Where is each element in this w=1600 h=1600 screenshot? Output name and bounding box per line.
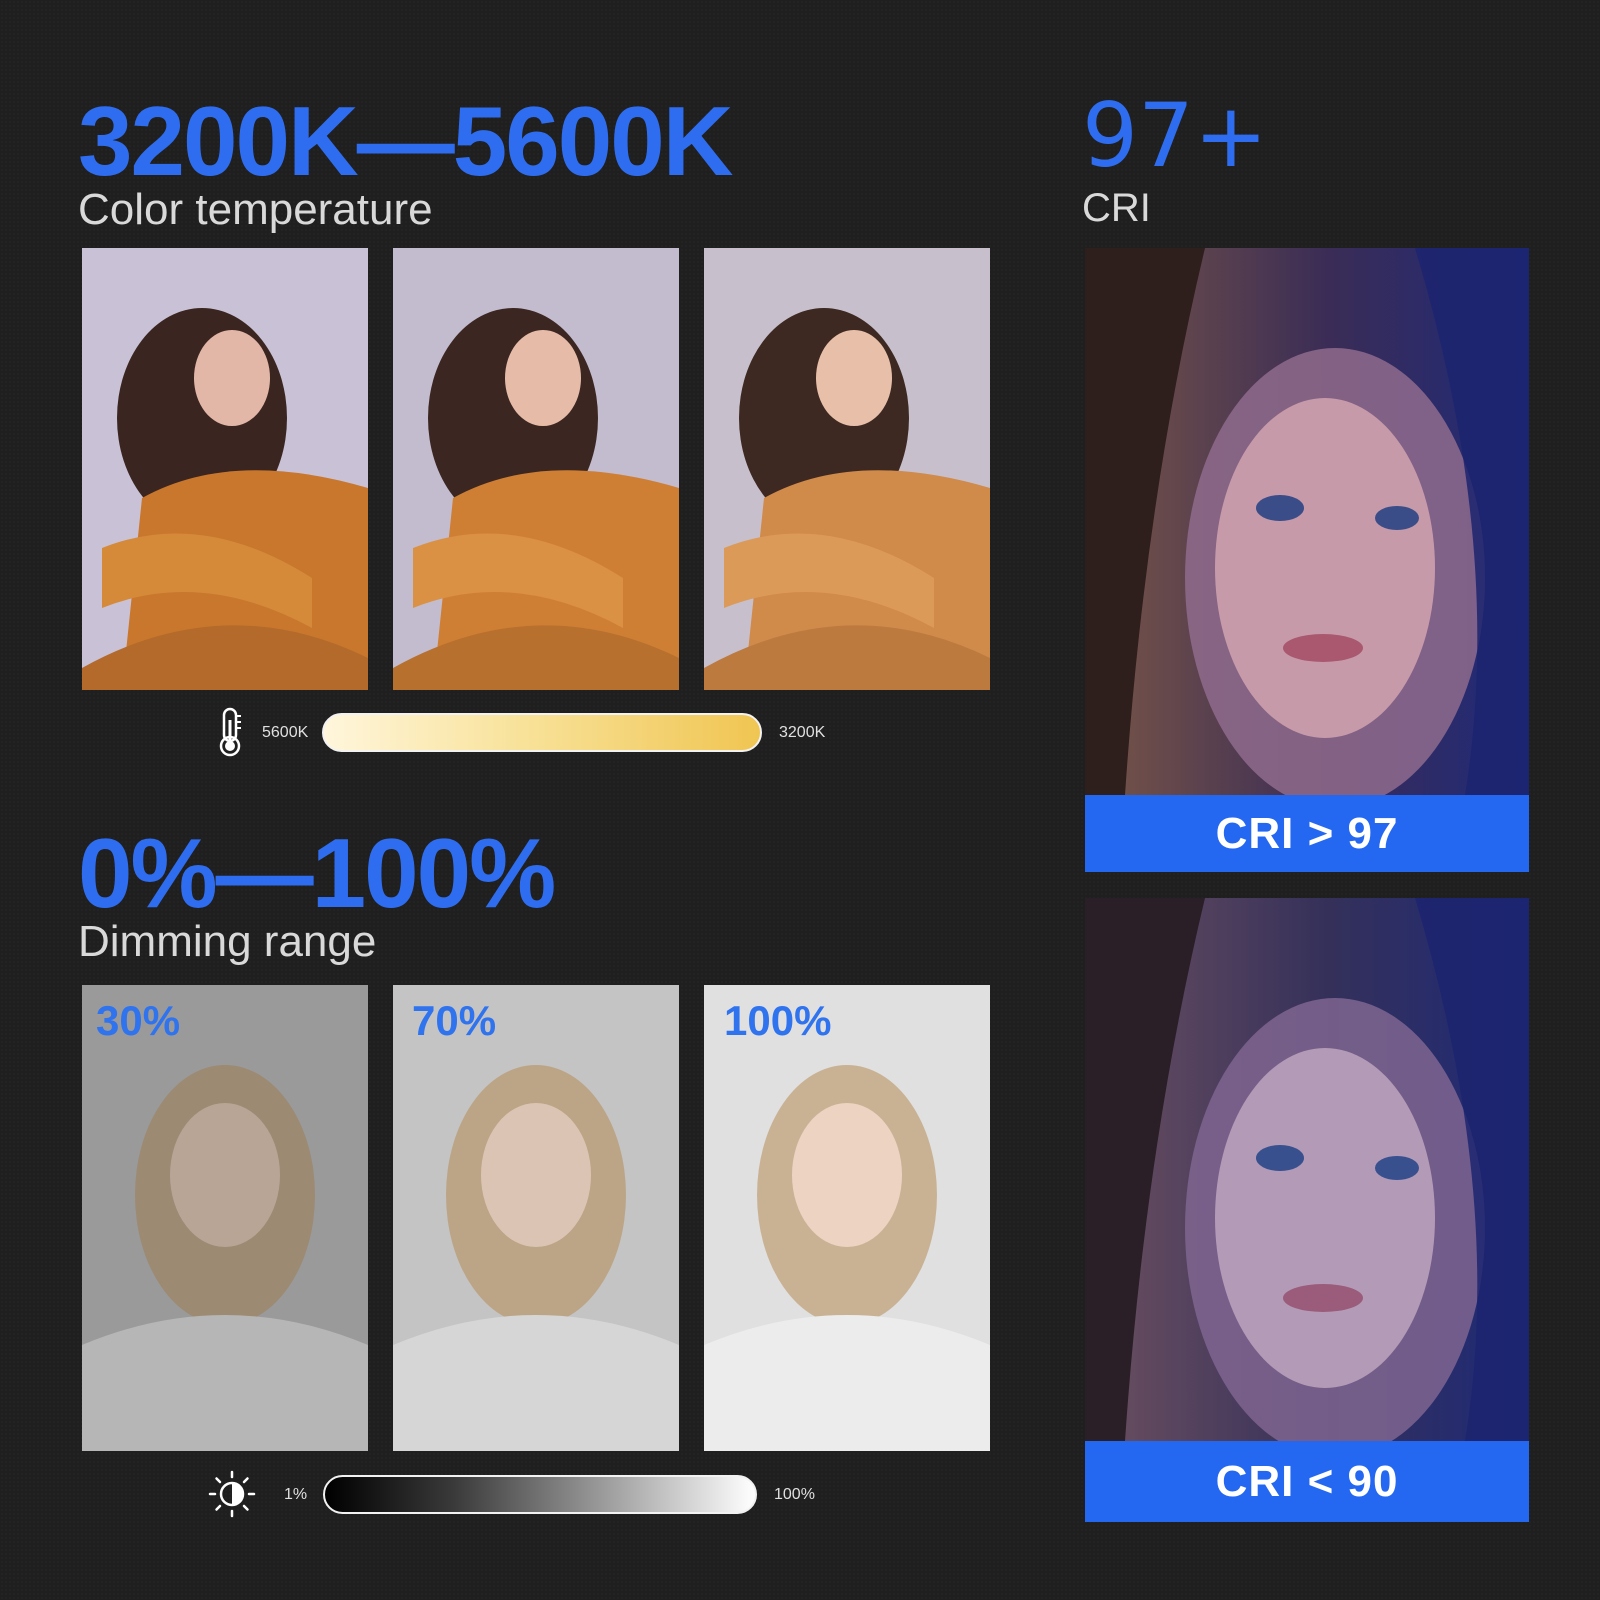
dim-photo-30	[82, 985, 368, 1451]
cri-high-banner: CRI > 97	[1085, 795, 1529, 872]
temp-max-label: 3200K	[779, 724, 826, 741]
cri-heading: 97+	[1082, 84, 1268, 187]
color-temp-heading: 3200K—5600K	[78, 86, 734, 196]
cri-subheading: CRI	[1082, 186, 1151, 230]
thermometer-icon	[214, 706, 246, 758]
temp-min-label: 5600K	[262, 724, 309, 741]
dim-photo-100	[704, 985, 990, 1451]
brightness-icon	[208, 1470, 256, 1518]
dimming-subheading: Dimming range	[78, 917, 377, 966]
cri-low-banner: CRI < 90	[1085, 1441, 1529, 1522]
dim-level-label: 30%	[96, 997, 181, 1044]
temp-photo-3200k	[704, 248, 990, 690]
cri-high-photo	[1085, 248, 1529, 795]
dim-min-label: 1%	[284, 1486, 308, 1503]
dimming-heading: 0%—100%	[78, 818, 556, 928]
dim-level-label: 70%	[412, 997, 497, 1044]
dim-photo-70	[393, 985, 679, 1451]
temp-photo-mid	[393, 248, 679, 690]
dimming-slider[interactable]	[323, 1475, 757, 1514]
color-temp-slider[interactable]	[322, 713, 762, 752]
dim-level-label: 100%	[724, 997, 832, 1044]
cri-low-photo	[1085, 898, 1529, 1441]
color-temp-subheading: Color temperature	[78, 185, 433, 234]
dim-max-label: 100%	[774, 1486, 815, 1503]
temp-photo-5600k	[82, 248, 368, 690]
